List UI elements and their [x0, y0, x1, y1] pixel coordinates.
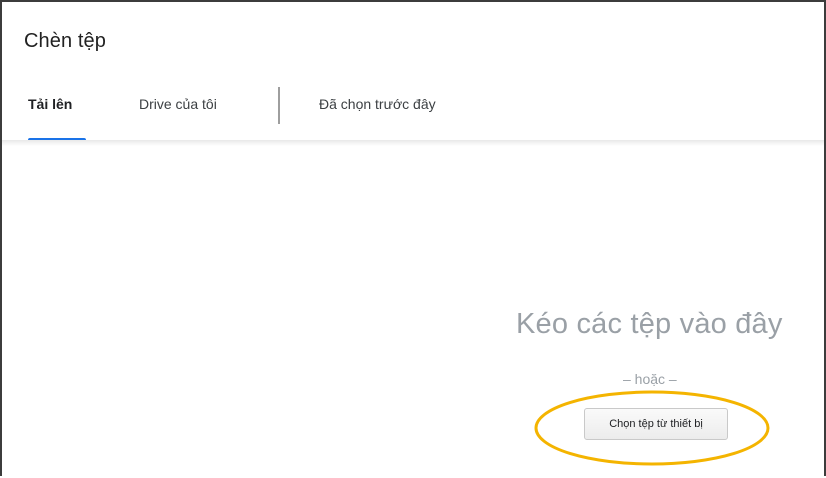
tab-upload[interactable]: Tải lên — [28, 96, 72, 112]
tab-recently-selected[interactable]: Đã chọn trước đây — [319, 96, 436, 112]
tab-my-drive[interactable]: Drive của tôi — [139, 96, 217, 112]
tab-bar: Tải lên Drive của tôi Đã chọn trước đây — [2, 87, 824, 142]
drop-zone-heading: Kéo các tệp vào đây — [516, 308, 783, 340]
insert-file-dialog: Chèn tệp Tải lên Drive của tôi Đã chọn t… — [0, 0, 826, 476]
dialog-title: Chèn tệp — [24, 30, 106, 52]
drop-zone[interactable]: Kéo các tệp vào đây – hoặc – Chọn tệp từ… — [2, 148, 824, 478]
tab-divider — [278, 87, 280, 124]
tabs-divider-shadow — [2, 140, 824, 146]
or-separator: – hoặc – — [623, 371, 677, 387]
choose-from-device-button[interactable]: Chọn tệp từ thiết bị — [584, 408, 728, 440]
